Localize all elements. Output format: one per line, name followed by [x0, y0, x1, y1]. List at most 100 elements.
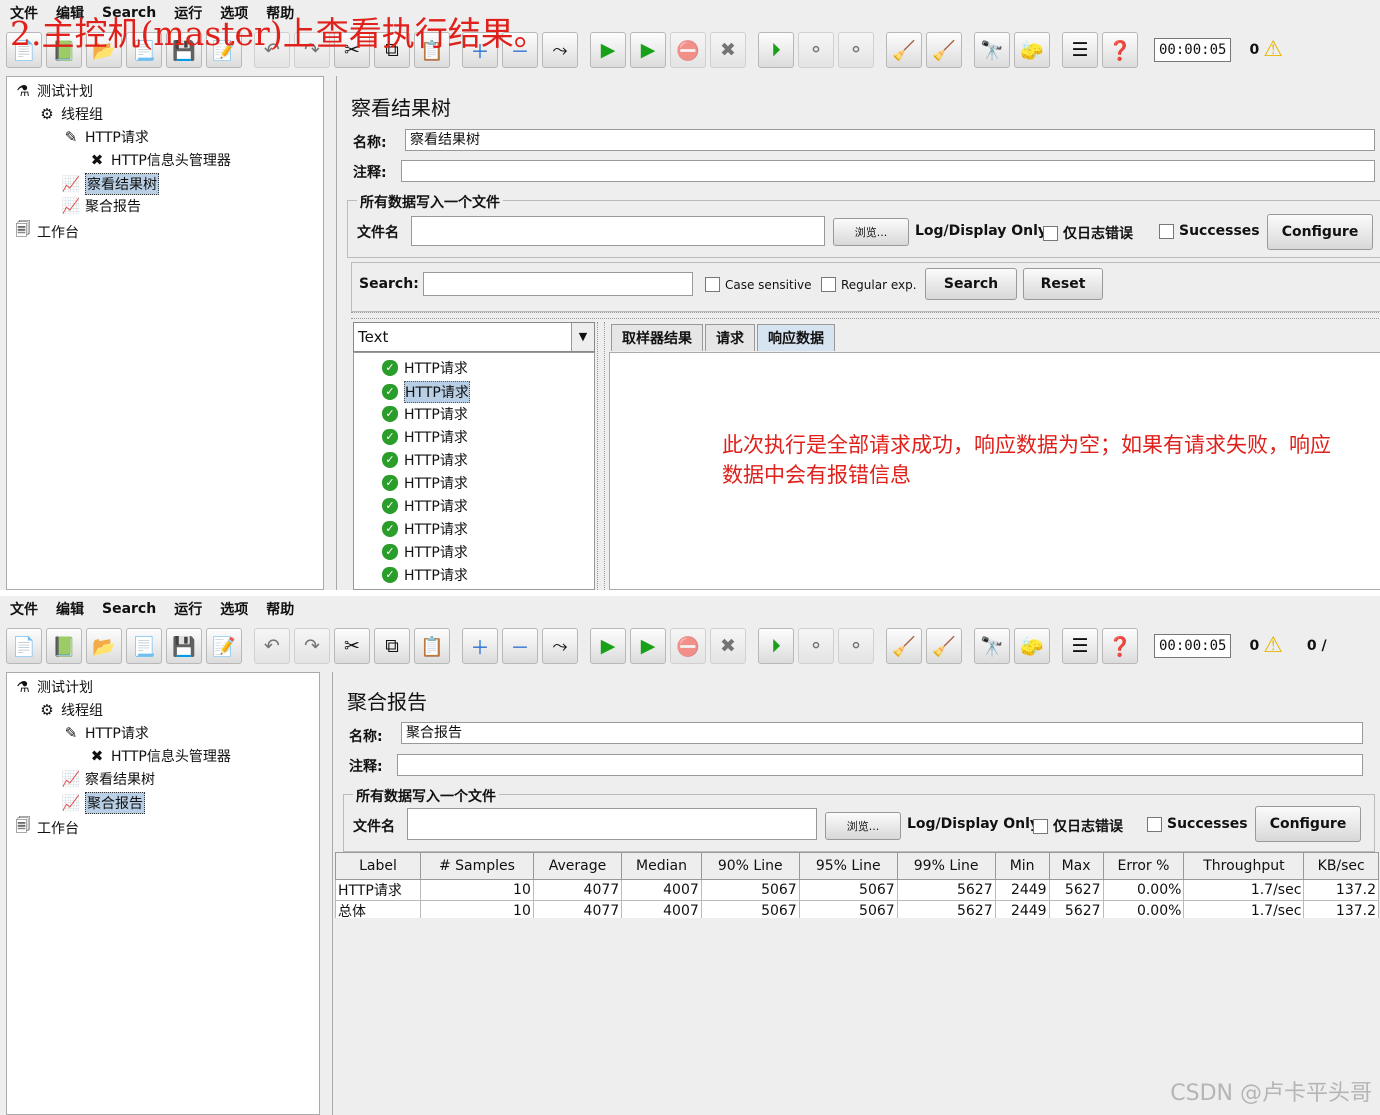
tab-request[interactable]: 请求 [705, 324, 755, 351]
save-icon[interactable]: 💾 [166, 628, 202, 664]
column-header[interactable]: Label [335, 852, 421, 880]
errors-only-checkbox[interactable]: 仅日志错误 [1043, 223, 1133, 243]
stop-icon[interactable]: ⛔ [670, 628, 706, 664]
paste-icon[interactable]: 📋 [414, 628, 450, 664]
templates-icon[interactable]: 📗 [46, 628, 82, 664]
menu-run[interactable]: 运行 [174, 599, 202, 619]
column-header[interactable]: Min [994, 852, 1050, 880]
name-field[interactable]: 聚合报告 [401, 722, 1363, 744]
new-icon[interactable]: 📄 [6, 628, 42, 664]
shutdown-icon[interactable]: ✖ [710, 628, 746, 664]
column-header[interactable]: Throughput [1183, 852, 1305, 880]
list-item[interactable]: ✓ HTTP请求 [382, 519, 468, 539]
list-item[interactable]: ✓ HTTP请求 [382, 565, 468, 585]
remote-start-icon[interactable]: ⏵ [758, 628, 794, 664]
function-helper-icon[interactable]: ☰ [1062, 32, 1098, 68]
remote-stop-icon[interactable]: ⚬ [798, 32, 834, 68]
tree-thread-group[interactable]: ⚙ 线程组 [37, 104, 103, 124]
copy-icon[interactable]: ⧉ [374, 628, 410, 664]
tree-test-plan[interactable]: ⚗ 测试计划 [13, 677, 93, 697]
help-icon[interactable]: ❓ [1102, 32, 1138, 68]
list-item[interactable]: ✓ HTTP请求 [382, 358, 468, 378]
start-no-pause-icon[interactable]: ▶ [630, 628, 666, 664]
errors-only-checkbox[interactable]: 仅日志错误 [1033, 816, 1123, 836]
tab-sampler-result[interactable]: 取样器结果 [611, 324, 703, 351]
tree-aggregate-report[interactable]: 📈 聚合报告 [61, 196, 141, 216]
save-as-icon[interactable]: 📝 [206, 628, 242, 664]
remote-stop-icon[interactable]: ⚬ [798, 628, 834, 664]
clear-icon[interactable]: 🧹 [886, 628, 922, 664]
tree-results-tree[interactable]: 📈 察看结果树 [61, 173, 159, 195]
remote-shutdown-icon[interactable]: ⚬ [838, 32, 874, 68]
filename-field[interactable] [407, 808, 817, 840]
menu-file[interactable]: 文件 [10, 599, 38, 619]
tree-http-request[interactable]: ✎ HTTP请求 [61, 127, 149, 147]
search-binoculars-icon[interactable]: 🔭 [974, 628, 1010, 664]
successes-checkbox[interactable]: Successes [1147, 816, 1248, 832]
comment-field[interactable] [401, 160, 1375, 182]
help-icon[interactable]: ❓ [1102, 628, 1138, 664]
case-sensitive-checkbox[interactable]: Case sensitive [705, 277, 812, 292]
column-header[interactable]: KB/sec [1303, 852, 1379, 880]
function-helper-icon[interactable]: ☰ [1062, 628, 1098, 664]
tab-response-data[interactable]: 响应数据 [757, 324, 835, 351]
clear-all-icon[interactable]: 🧹 [926, 32, 962, 68]
browse-button[interactable]: 浏览... [825, 812, 901, 840]
undo-icon[interactable]: ↶ [254, 628, 290, 664]
tree-test-plan[interactable]: ⚗ 测试计划 [13, 81, 93, 101]
tree-workbench[interactable]: 🗐 工作台 [13, 219, 80, 244]
start-icon[interactable]: ▶ [590, 628, 626, 664]
column-header[interactable]: 99% Line [896, 852, 996, 880]
column-header[interactable]: Max [1048, 852, 1104, 880]
table-row[interactable]: HTTP请求 10 4077 4007 5067 5067 5627 2449 … [335, 879, 1379, 901]
name-field[interactable]: 察看结果树 [405, 129, 1375, 151]
open-icon[interactable]: 📂 [86, 628, 122, 664]
tree-header-manager[interactable]: ✖ HTTP信息头管理器 [87, 746, 231, 766]
search-button[interactable]: Search [925, 268, 1017, 300]
clear-all-icon[interactable]: 🧹 [926, 628, 962, 664]
comment-field[interactable] [397, 754, 1363, 776]
list-item[interactable]: ✓ HTTP请求 [382, 404, 468, 424]
list-item[interactable]: ✓ HTTP请求 [382, 473, 468, 493]
column-header[interactable]: Average [532, 852, 623, 880]
collapse-icon[interactable]: － [502, 628, 538, 664]
start-icon[interactable]: ▶ [590, 32, 626, 68]
list-item[interactable]: ✓ HTTP请求 [382, 381, 470, 403]
column-header[interactable]: 95% Line [798, 852, 898, 880]
configure-button[interactable]: Configure [1267, 214, 1373, 250]
vertical-splitter[interactable] [597, 322, 605, 590]
column-header[interactable]: 90% Line [700, 852, 800, 880]
tree-http-request[interactable]: ✎ HTTP请求 [61, 723, 149, 743]
remote-start-icon[interactable]: ⏵ [758, 32, 794, 68]
tree-aggregate-report[interactable]: 📈 聚合报告 [61, 792, 145, 814]
toggle-icon[interactable]: ⤳ [542, 628, 578, 664]
browse-button[interactable]: 浏览... [833, 218, 909, 246]
search-binoculars-icon[interactable]: 🔭 [974, 32, 1010, 68]
expand-icon[interactable]: ＋ [462, 628, 498, 664]
list-item[interactable]: ✓ HTTP请求 [382, 450, 468, 470]
reset-search-icon[interactable]: 🧽 [1014, 628, 1050, 664]
cut-icon[interactable]: ✂ [334, 628, 370, 664]
splitter[interactable] [351, 312, 1380, 319]
tree-thread-group[interactable]: ⚙ 线程组 [37, 700, 103, 720]
remote-shutdown-icon[interactable]: ⚬ [838, 628, 874, 664]
list-item[interactable]: ✓ HTTP请求 [382, 496, 468, 516]
menu-search[interactable]: Search [102, 601, 156, 617]
list-item[interactable]: ✓ HTTP请求 [382, 542, 468, 562]
column-header[interactable]: # Samples [420, 852, 534, 880]
close-icon[interactable]: 📃 [126, 628, 162, 664]
menu-options[interactable]: 选项 [220, 599, 248, 619]
reset-search-icon[interactable]: 🧽 [1014, 32, 1050, 68]
menu-edit[interactable]: 编辑 [56, 599, 84, 619]
tree-header-manager[interactable]: ✖ HTTP信息头管理器 [87, 150, 231, 170]
tree-results-tree[interactable]: 📈 察看结果树 [61, 769, 155, 789]
toggle-icon[interactable]: ⤳ [542, 32, 578, 68]
column-header[interactable]: Median [621, 852, 702, 880]
menu-help[interactable]: 帮助 [266, 599, 294, 619]
reset-button[interactable]: Reset [1023, 268, 1103, 300]
regex-checkbox[interactable]: Regular exp. [821, 277, 917, 292]
search-input[interactable] [423, 272, 693, 296]
configure-button[interactable]: Configure [1255, 806, 1361, 842]
start-no-pause-icon[interactable]: ▶ [630, 32, 666, 68]
redo-icon[interactable]: ↷ [294, 628, 330, 664]
